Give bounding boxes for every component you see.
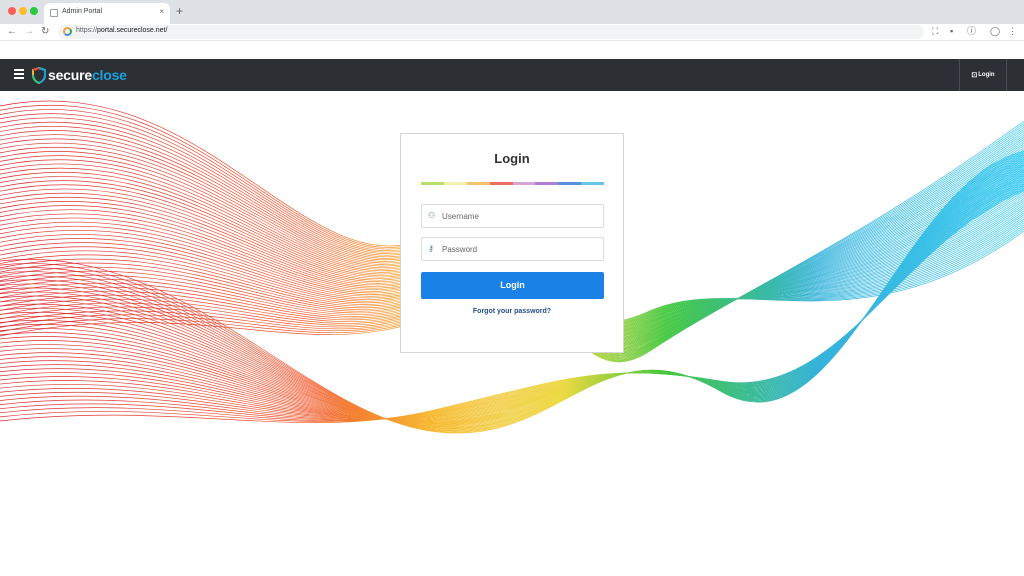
stripe-segment — [421, 182, 444, 185]
login-card: Login ⚇ ⚷ Login Forgot your password? — [400, 133, 624, 353]
maximize-window-button[interactable] — [30, 7, 38, 15]
reload-icon[interactable]: ↻ — [41, 26, 49, 38]
address-bar[interactable]: https://portal.secureclose.net/ — [58, 25, 924, 39]
app-header: secureclose ⊡ Login — [0, 59, 1024, 91]
stripe-segment — [443, 182, 467, 185]
browser-tab-bar: Admin Portal × + — [0, 0, 1024, 24]
key-icon: ⚷ — [428, 244, 434, 253]
secureclose-logo[interactable]: secureclose — [32, 65, 127, 85]
screenshot-icon[interactable]: ⛶ — [932, 26, 938, 37]
url-text[interactable]: https://portal.secureclose.net/ — [76, 27, 167, 34]
info-icon[interactable]: ⓘ — [967, 26, 976, 37]
stripe-segment — [512, 182, 536, 185]
forgot-password-link[interactable]: Forgot your password? — [401, 308, 623, 315]
browser-tab[interactable]: Admin Portal × — [44, 3, 170, 24]
more-menu-icon[interactable]: ⋮ — [1008, 26, 1017, 37]
username-field[interactable]: ⚇ — [421, 204, 604, 228]
stripe-segment — [558, 182, 582, 185]
stripe-segment — [535, 182, 559, 185]
header-login-label: Login — [978, 72, 995, 78]
stripe-segment — [466, 182, 490, 185]
logo-text: secureclose — [48, 67, 127, 83]
shield-logo-icon — [32, 66, 46, 84]
user-icon: ⚇ — [428, 211, 436, 220]
stripe-segment — [581, 182, 604, 185]
password-field[interactable]: ⚷ — [421, 237, 604, 261]
login-icon: ⊡ — [971, 72, 978, 79]
password-input[interactable] — [442, 238, 597, 260]
username-input[interactable] — [442, 205, 597, 227]
browser-toolbar: ← → ↻ https://portal.secureclose.net/ ⛶ … — [0, 24, 1024, 41]
tab-title: Admin Portal — [62, 8, 103, 15]
tab-close-icon[interactable]: × — [159, 7, 164, 16]
login-title: Login — [494, 151, 530, 166]
cast-icon[interactable]: ▪ — [950, 26, 953, 37]
color-stripe — [421, 182, 604, 185]
hamburger-icon[interactable] — [14, 69, 24, 79]
new-tab-button[interactable]: + — [176, 4, 183, 18]
site-security-icon[interactable] — [63, 27, 72, 36]
page-favicon-icon — [50, 9, 58, 17]
close-window-button[interactable] — [8, 7, 16, 15]
minimize-window-button[interactable] — [19, 7, 27, 15]
login-button[interactable]: Login — [421, 272, 604, 299]
header-login-button[interactable]: ⊡ Login — [959, 59, 1007, 91]
forward-arrow-icon[interactable]: → — [24, 26, 34, 38]
stripe-segment — [489, 182, 513, 185]
back-arrow-icon[interactable]: ← — [7, 26, 17, 38]
profile-avatar-icon[interactable]: ◯ — [990, 26, 1000, 37]
